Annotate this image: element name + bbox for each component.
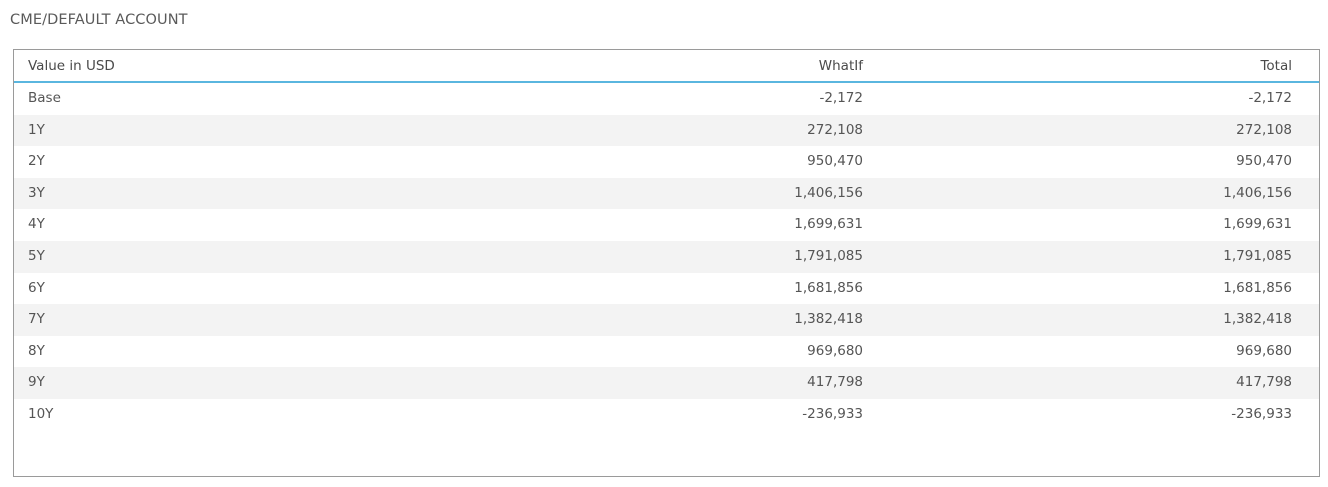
row-label-cell: 9Y (28, 374, 45, 391)
whatif-value-cell: 1,382,418 (794, 311, 863, 328)
value-table-panel: Value in USD WhatIf Total Base -2,172 -2,1… (13, 49, 1320, 477)
whatif-value-cell: 417,798 (807, 374, 863, 391)
row-label-cell: 10Y (28, 405, 54, 422)
page-title: CME/DEFAULT ACCOUNT (10, 12, 188, 28)
row-label-cell: 5Y (28, 247, 45, 264)
whatif-value-cell: 969,680 (807, 342, 863, 359)
total-value-cell: 1,791,085 (1223, 247, 1292, 264)
total-value-cell: -236,933 (1231, 405, 1292, 422)
total-value-cell: 1,382,418 (1223, 311, 1292, 328)
total-value-cell: 1,681,856 (1223, 279, 1292, 296)
total-value-cell: 272,108 (1236, 121, 1292, 138)
table-row[interactable]: 4Y 1,699,631 1,699,631 (14, 209, 1319, 241)
whatif-value-cell: 1,406,156 (794, 184, 863, 201)
row-label-cell: 2Y (28, 153, 45, 170)
table-row[interactable]: 10Y -236,933 -236,933 (14, 399, 1319, 431)
table-row[interactable]: 1Y 272,108 272,108 (14, 114, 1319, 147)
row-label-cell: 8Y (28, 342, 45, 359)
whatif-value-cell: 1,791,085 (794, 247, 863, 264)
column-header-whatif[interactable]: WhatIf (819, 58, 863, 74)
whatif-value-cell: 1,699,631 (794, 216, 863, 233)
row-label-cell: 7Y (28, 311, 45, 328)
whatif-value-cell: -236,933 (802, 405, 863, 422)
whatif-value-cell: 272,108 (807, 121, 863, 138)
whatif-value-cell: -2,172 (819, 90, 863, 106)
total-value-cell: 417,798 (1236, 374, 1292, 391)
total-value-cell: 950,470 (1236, 153, 1292, 170)
row-label-cell: 4Y (28, 216, 45, 233)
row-label-cell: 6Y (28, 279, 45, 296)
total-value-cell: -2,172 (1248, 90, 1292, 106)
table-row[interactable]: 7Y 1,382,418 1,382,418 (14, 304, 1319, 336)
row-label-cell: 1Y (28, 121, 45, 138)
total-value-cell: 1,699,631 (1223, 216, 1292, 233)
whatif-value-cell: 950,470 (807, 153, 863, 170)
table-row[interactable]: 9Y 417,798 417,798 (14, 367, 1319, 399)
table-row[interactable]: 2Y 950,470 950,470 (14, 146, 1319, 178)
total-value-cell: 969,680 (1236, 342, 1292, 359)
whatif-value-cell: 1,681,856 (794, 279, 863, 296)
column-header-value-in-usd[interactable]: Value in USD (28, 58, 115, 74)
table-row[interactable]: 8Y 969,680 969,680 (14, 336, 1319, 368)
column-header-total[interactable]: Total (1260, 58, 1292, 74)
table-body: Base -2,172 -2,172 1Y 272,108 272,108 2Y 950,47… (14, 83, 1319, 431)
table-header-row: Value in USD WhatIf Total (14, 50, 1319, 83)
total-value-cell: 1,406,156 (1223, 184, 1292, 201)
row-label-cell: Base (28, 90, 61, 106)
table-row[interactable]: 6Y 1,681,856 1,681,856 (14, 273, 1319, 305)
table-row[interactable]: 5Y 1,791,085 1,791,085 (14, 240, 1319, 273)
table-row[interactable]: 3Y 1,406,156 1,406,156 (14, 177, 1319, 210)
row-label-cell: 3Y (28, 184, 45, 201)
table-row[interactable]: Base -2,172 -2,172 (14, 83, 1319, 115)
